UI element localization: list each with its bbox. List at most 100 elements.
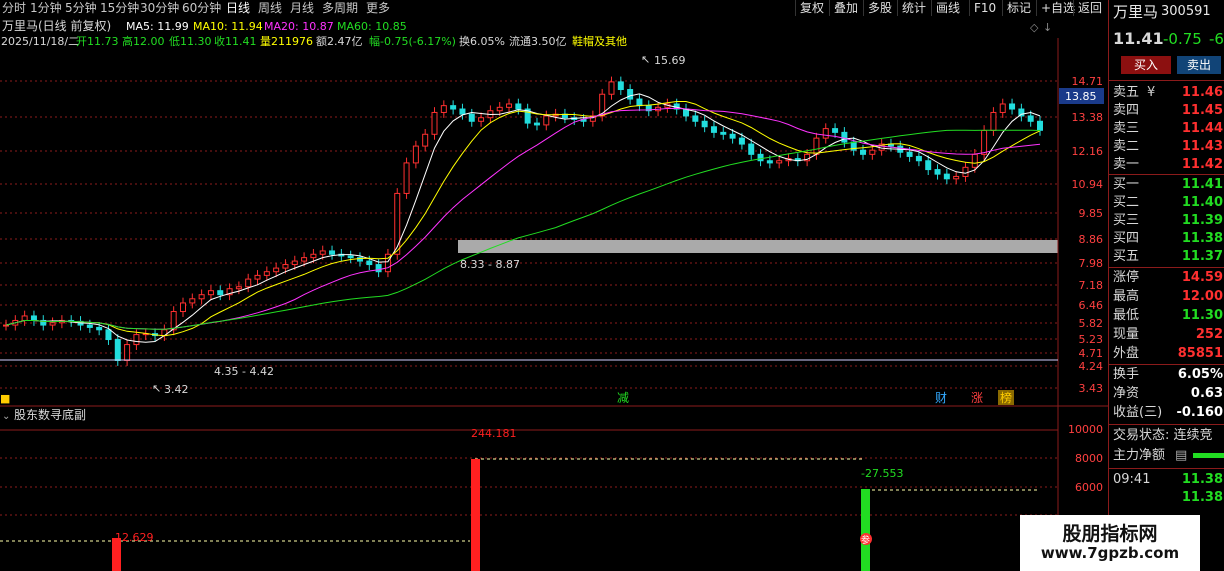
candle-body	[766, 160, 773, 164]
range-label-2: 8.33 - 8.87	[460, 258, 520, 271]
candle-body	[776, 160, 783, 164]
main-flow-row[interactable]: 主力净额 ▤	[1113, 447, 1224, 465]
ask-row: 卖五 ¥11.46	[1113, 85, 1223, 100]
candle-body	[832, 128, 839, 133]
candle-body	[124, 344, 131, 361]
candle-body	[1037, 120, 1043, 131]
tool-button-back[interactable]: 返回	[1073, 0, 1106, 16]
diamond-icon[interactable]: ◇	[1030, 21, 1039, 34]
candle-body	[179, 302, 186, 313]
axis-label: 4.24	[1079, 360, 1104, 373]
candle-body	[720, 131, 727, 135]
period-tab-5min[interactable]: 5分钟	[65, 0, 97, 16]
candle-body	[3, 324, 9, 327]
turnover: 换6.05%	[459, 34, 505, 48]
sell-button[interactable]: 卖出	[1177, 56, 1221, 74]
event-finance-icon[interactable]: 财	[935, 391, 947, 405]
chevron-down-icon[interactable]: ⌄	[2, 411, 10, 422]
candle-body	[757, 153, 764, 162]
close-price: 收11.41	[214, 34, 257, 48]
top-toolbar: 分时 1分钟 5分钟 15分钟 30分钟 60分钟 日线 周线 月线 多周期 更…	[0, 0, 1108, 16]
axis-label: 13.38	[1072, 111, 1104, 124]
candlesticks	[3, 76, 1043, 366]
period-tab-weekly[interactable]: 周线	[258, 0, 282, 16]
ma20-label: MA20: 10.87	[264, 20, 334, 33]
candle-body	[729, 133, 736, 139]
period-tab-multi[interactable]: 多周期	[322, 0, 358, 16]
tool-button-mark[interactable]: 标记	[1002, 0, 1035, 16]
candle-body	[608, 81, 615, 95]
period-tab-30min[interactable]: 30分钟	[140, 0, 179, 16]
candle-body	[235, 286, 242, 290]
candle-body	[860, 149, 867, 155]
ma10-line	[5, 101, 1041, 337]
candle-body	[412, 145, 419, 164]
candle-body	[971, 153, 978, 168]
bar-date: 2025/11/18/二	[1, 35, 79, 48]
sub-bar	[471, 459, 480, 571]
candle-body	[710, 126, 717, 133]
candle-body	[981, 129, 988, 155]
period-tab-monthly[interactable]: 月线	[290, 0, 314, 16]
tool-button-draw[interactable]: 画线	[931, 0, 964, 16]
concept-tag[interactable]: 鞋帽及其他	[572, 34, 627, 48]
stat-row: 最高 12.00	[1113, 289, 1223, 304]
list-icon: ▤	[1175, 448, 1188, 463]
ask-row: 卖一 11.42	[1113, 157, 1223, 172]
candle-body	[506, 103, 513, 108]
candle-body	[953, 175, 960, 180]
volume: 量211976	[260, 35, 313, 48]
candle-body	[431, 111, 438, 135]
period-tab-more[interactable]: 更多	[366, 0, 390, 16]
tool-button-multi-stock[interactable]: 多股	[863, 0, 896, 16]
period-tab-intraday[interactable]: 分时	[2, 0, 26, 16]
candle-body	[254, 274, 261, 280]
float-cap: 流通3.50亿	[509, 34, 567, 48]
bid-row: 买五 11.37	[1113, 249, 1223, 264]
low-arrow: ↖	[152, 382, 161, 395]
event-reduce-icon[interactable]: 减	[617, 391, 629, 405]
quote-panel: 万里马 300591 11.41 -0.75 -6 买入 卖出 卖五 ¥11.46…	[1108, 0, 1224, 571]
sub-axis-label: 6000	[1075, 481, 1103, 494]
candle-body	[329, 250, 336, 255]
period-tab-daily[interactable]: 日线	[226, 0, 250, 16]
open-price: 开11.73	[76, 35, 119, 48]
axis-label: 3.43	[1079, 382, 1104, 395]
candle-body	[394, 192, 401, 255]
kline-chart[interactable]: 万里马(日线 前复权) MA5: 11.99 MA10: 11.94 MA20:…	[0, 17, 1108, 571]
period-tab-1min[interactable]: 1分钟	[30, 0, 62, 16]
ma10-label: MA10: 11.94	[193, 20, 263, 33]
candle-body	[738, 137, 745, 145]
down-arrow-icon[interactable]: ↓	[1043, 21, 1052, 34]
candle-body	[934, 169, 941, 175]
event-rise-icon[interactable]: 涨	[971, 390, 983, 405]
candle-body	[822, 128, 829, 139]
candle-body	[319, 250, 326, 255]
stock-code: 300591	[1161, 4, 1211, 19]
stat-row: 现量 252	[1113, 327, 1223, 342]
buy-button[interactable]: 买入	[1121, 56, 1171, 74]
tool-button-adjust[interactable]: 复权	[795, 0, 828, 16]
candle-body	[189, 298, 196, 304]
axis-label: 5.82	[1079, 317, 1104, 330]
tool-button-overlay[interactable]: 叠加	[829, 0, 862, 16]
candle-body	[301, 257, 308, 262]
ask-row: 卖二 11.43	[1113, 139, 1223, 154]
candle-body	[375, 264, 382, 273]
candle-body	[617, 81, 624, 91]
sub-chart-title: 股东数寻底副	[14, 407, 86, 422]
price-change-pct: -6	[1209, 30, 1224, 48]
candle-body	[841, 131, 848, 143]
period-tab-15min[interactable]: 15分钟	[100, 0, 139, 16]
period-tab-60min[interactable]: 60分钟	[182, 0, 221, 16]
candle-body	[86, 324, 93, 328]
flow-bar	[1193, 453, 1224, 458]
low-marker: 3.42	[164, 383, 189, 396]
event-rank-icon[interactable]: 榜	[1000, 390, 1012, 405]
last-price: 11.41	[1113, 29, 1164, 48]
tool-button-f10[interactable]: F10	[969, 0, 1000, 16]
tool-button-stats[interactable]: 统计	[897, 0, 930, 16]
stat-row: 涨停 14.59	[1113, 270, 1223, 285]
candle-body	[245, 278, 252, 288]
price-row: 11.41 -0.75 -6	[1113, 29, 1224, 49]
